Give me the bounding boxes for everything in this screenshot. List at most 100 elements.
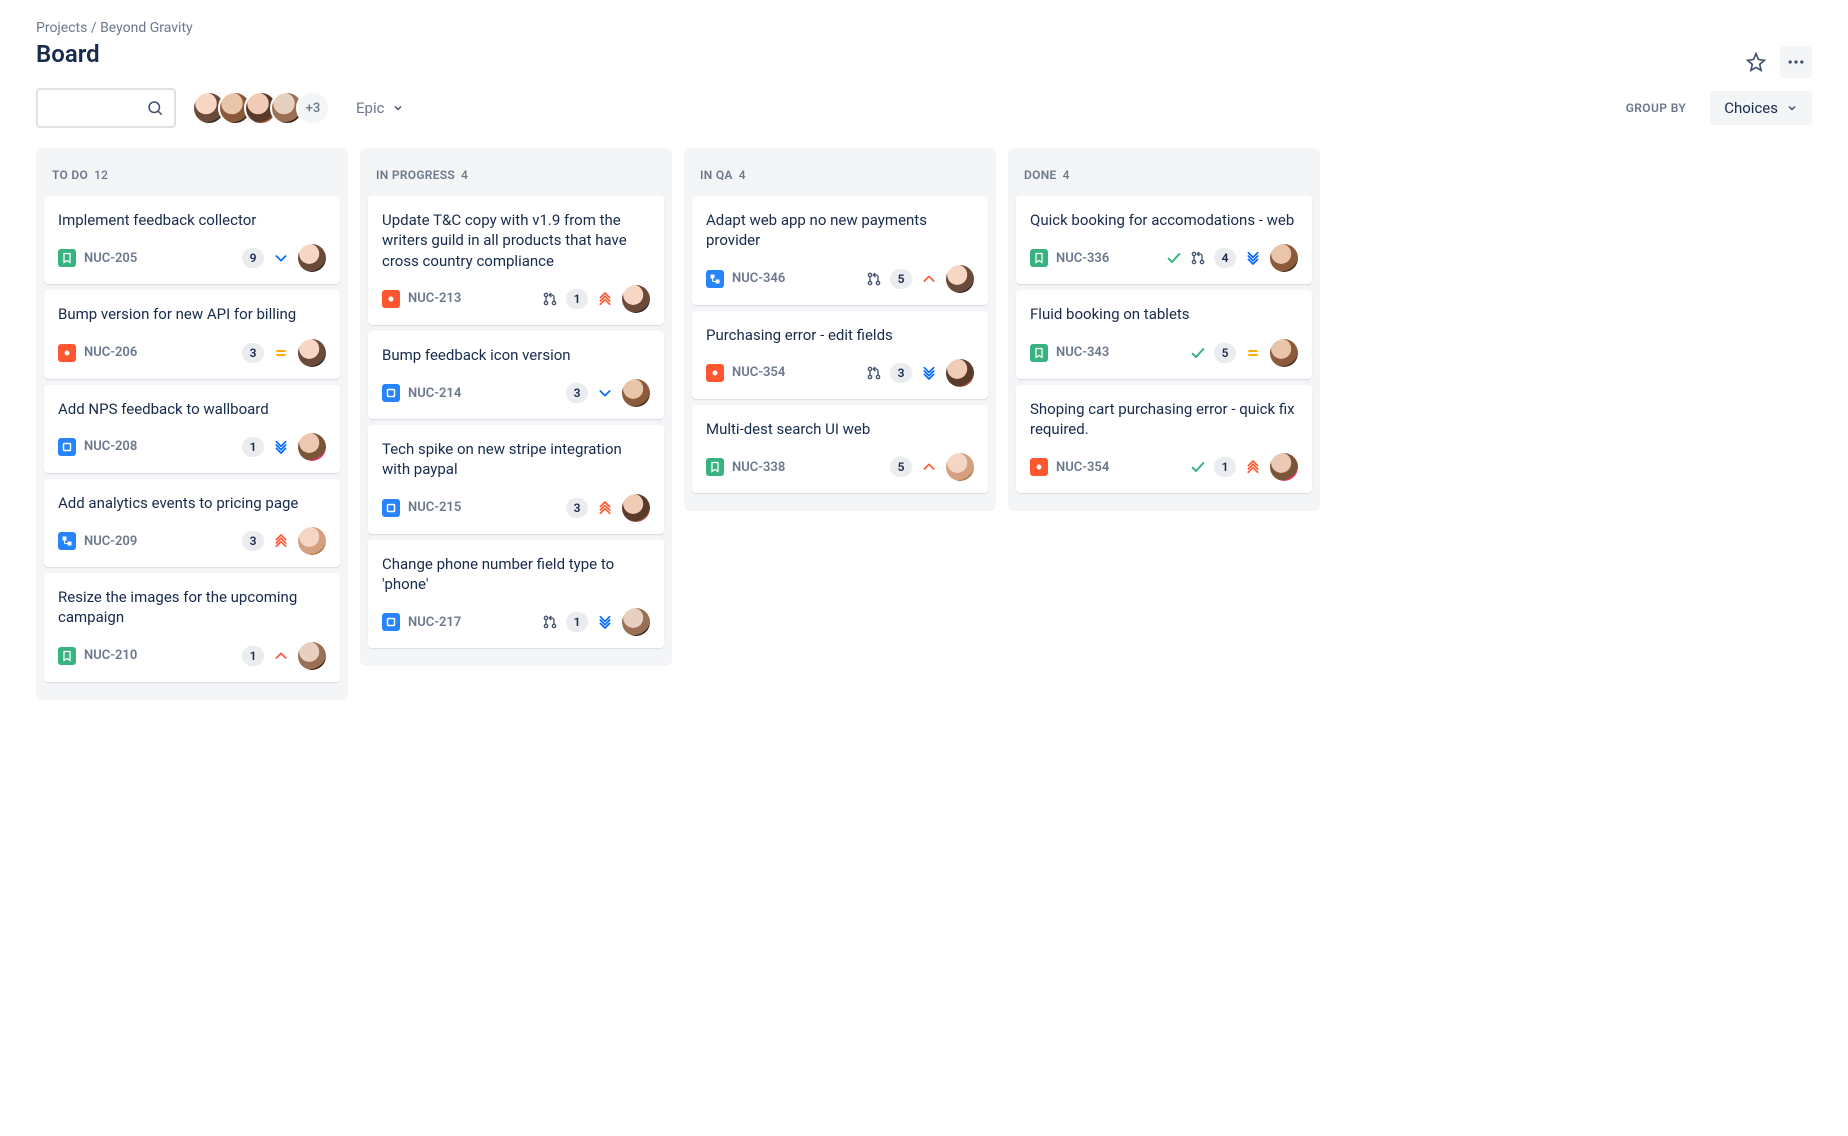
card-footer: NUC-2171 xyxy=(382,608,650,636)
issue-key[interactable]: NUC-214 xyxy=(408,386,461,401)
board-column: IN PROGRESS4Update T&C copy with v1.9 fr… xyxy=(360,148,672,666)
assignee-avatar[interactable] xyxy=(622,285,650,313)
card-footer: NUC-3385 xyxy=(706,453,974,481)
issue-key[interactable]: NUC-206 xyxy=(84,345,137,360)
card-footer: NUC-3541 xyxy=(1030,453,1298,481)
chevron-down-icon xyxy=(1786,102,1798,114)
issue-key[interactable]: NUC-354 xyxy=(1056,460,1109,475)
issue-card[interactable]: Adapt web app no new payments providerNU… xyxy=(692,196,988,305)
issue-key[interactable]: NUC-208 xyxy=(84,439,137,454)
assignee-avatar[interactable] xyxy=(946,453,974,481)
issue-card[interactable]: Fluid booking on tablets NUC-3435 xyxy=(1016,290,1312,378)
star-button[interactable] xyxy=(1740,46,1772,78)
column-header: TO DO12 xyxy=(42,156,342,196)
issue-card[interactable]: Multi-dest search UI webNUC-3385 xyxy=(692,405,988,493)
priority-lowest-icon xyxy=(1244,249,1262,267)
column-name: DONE xyxy=(1024,168,1057,182)
card-title: Update T&C copy with v1.9 from the write… xyxy=(382,210,650,271)
card-title: Bump version for new API for billing xyxy=(58,304,326,324)
card-title: Fluid booking on tablets xyxy=(1030,304,1298,324)
column-header: IN QA4 xyxy=(690,156,990,196)
card-footer: NUC-3465 xyxy=(706,265,974,293)
issue-card[interactable]: Add analytics events to pricing pageNUC-… xyxy=(44,479,340,567)
branch-icon xyxy=(542,291,558,307)
breadcrumb-project[interactable]: Beyond Gravity xyxy=(100,20,193,36)
issue-key[interactable]: NUC-215 xyxy=(408,500,461,515)
assignee-avatar[interactable] xyxy=(622,379,650,407)
issue-card[interactable]: Tech spike on new stripe integration wit… xyxy=(368,425,664,534)
priority-lowest-icon xyxy=(272,438,290,456)
breadcrumb-root[interactable]: Projects xyxy=(36,20,87,36)
issue-card[interactable]: Purchasing error - edit fieldsNUC-3543 xyxy=(692,311,988,399)
issue-key[interactable]: NUC-343 xyxy=(1056,345,1109,360)
assignee-avatar[interactable] xyxy=(298,244,326,272)
issue-card[interactable]: Bump feedback icon versionNUC-2143 xyxy=(368,331,664,419)
avatar-group[interactable]: +3 xyxy=(192,91,330,125)
card-footer: NUC-206 3 xyxy=(58,339,326,367)
card-footer: NUC-210 1 xyxy=(58,642,326,670)
assignee-avatar[interactable] xyxy=(1270,244,1298,272)
issue-card[interactable]: Implement feedback collectorNUC-2059 xyxy=(44,196,340,284)
toolbar: +3 Epic GROUP BY Choices xyxy=(36,84,1812,148)
board-column: DONE4Quick booking for accomodations - w… xyxy=(1008,148,1320,511)
assignee-avatar[interactable] xyxy=(946,359,974,387)
assignee-avatar[interactable] xyxy=(298,642,326,670)
story-points-badge: 1 xyxy=(242,437,264,457)
issue-key[interactable]: NUC-346 xyxy=(732,271,785,286)
priority-high-icon xyxy=(920,458,938,476)
card-title: Quick booking for accomodations - web xyxy=(1030,210,1298,230)
issue-key[interactable]: NUC-213 xyxy=(408,291,461,306)
column-count: 4 xyxy=(739,168,746,182)
card-title: Bump feedback icon version xyxy=(382,345,650,365)
assignee-avatar[interactable] xyxy=(622,494,650,522)
column-header: DONE4 xyxy=(1014,156,1314,196)
story-points-badge: 1 xyxy=(242,646,264,666)
assignee-avatar[interactable] xyxy=(298,527,326,555)
issue-key[interactable]: NUC-354 xyxy=(732,365,785,380)
priority-highest-icon xyxy=(596,499,614,517)
card-footer: NUC-336 4 xyxy=(1030,244,1298,272)
issue-card[interactable]: Shoping cart purchasing error - quick fi… xyxy=(1016,385,1312,494)
branch-icon xyxy=(866,271,882,287)
issue-card[interactable]: Update T&C copy with v1.9 from the write… xyxy=(368,196,664,325)
assignee-avatar[interactable] xyxy=(1270,453,1298,481)
issue-card[interactable]: Change phone number field type to 'phone… xyxy=(368,540,664,649)
issue-card[interactable]: Bump version for new API for billing NUC-… xyxy=(44,290,340,378)
priority-medium-icon xyxy=(1244,344,1262,362)
issue-key[interactable]: NUC-217 xyxy=(408,615,461,630)
assignee-avatar[interactable] xyxy=(1270,339,1298,367)
epic-dropdown[interactable]: Epic xyxy=(346,93,414,123)
assignee-avatar[interactable] xyxy=(298,433,326,461)
card-title: Implement feedback collector xyxy=(58,210,326,230)
avatar-overflow[interactable]: +3 xyxy=(296,91,330,125)
assignee-avatar[interactable] xyxy=(946,265,974,293)
assignee-avatar[interactable] xyxy=(622,608,650,636)
subtask-icon xyxy=(706,270,724,288)
branch-icon xyxy=(866,365,882,381)
search-input[interactable] xyxy=(36,88,176,128)
issue-card[interactable]: Resize the images for the upcoming campa… xyxy=(44,573,340,682)
search-icon xyxy=(146,99,164,117)
issue-card[interactable]: Add NPS feedback to wallboardNUC-2081 xyxy=(44,385,340,473)
board-column: IN QA4Adapt web app no new payments prov… xyxy=(684,148,996,511)
priority-highest-icon xyxy=(272,532,290,550)
card-title: Purchasing error - edit fields xyxy=(706,325,974,345)
issue-key[interactable]: NUC-210 xyxy=(84,648,137,663)
chevron-down-icon xyxy=(392,102,404,114)
assignee-avatar[interactable] xyxy=(298,339,326,367)
story-icon xyxy=(58,249,76,267)
card-footer: NUC-3435 xyxy=(1030,339,1298,367)
story-points-badge: 3 xyxy=(242,343,264,363)
more-actions-button[interactable] xyxy=(1780,46,1812,78)
board-columns: TO DO12 Implement feedback collector NUC-2… xyxy=(36,148,1812,700)
issue-key[interactable]: NUC-205 xyxy=(84,251,137,266)
issue-card[interactable]: Quick booking for accomodations - web NUC… xyxy=(1016,196,1312,284)
card-footer: NUC-2093 xyxy=(58,527,326,555)
priority-lowest-icon xyxy=(596,613,614,631)
story-points-badge: 4 xyxy=(1214,248,1236,268)
breadcrumb: Projects / Beyond Gravity xyxy=(36,20,1812,36)
issue-key[interactable]: NUC-338 xyxy=(732,460,785,475)
issue-key[interactable]: NUC-209 xyxy=(84,534,137,549)
groupby-dropdown[interactable]: Choices xyxy=(1710,91,1812,125)
issue-key[interactable]: NUC-336 xyxy=(1056,251,1109,266)
